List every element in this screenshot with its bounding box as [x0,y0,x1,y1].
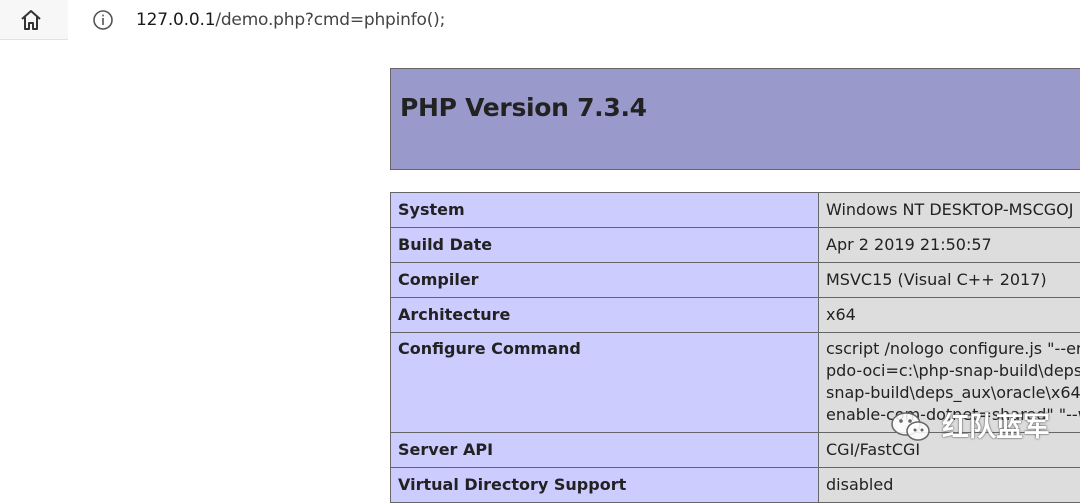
configure-line: cscript /nologo configure.js "--er [826,338,1080,360]
row-value: Apr 2 2019 21:50:57 [819,228,1080,263]
row-key: System [391,193,819,228]
phpinfo-table: System Windows NT DESKTOP-MSCGOJ Build D… [390,192,1080,503]
table-row: Build Date Apr 2 2019 21:50:57 [391,228,1080,263]
row-key: Virtual Directory Support [391,468,819,503]
url-path: /demo.php?cmd=phpinfo(); [215,10,445,30]
site-info-icon[interactable] [92,9,114,31]
watermark: 红队蓝军 [890,408,1080,448]
home-icon [18,7,44,33]
row-value: disabled [819,468,1080,503]
table-row: Compiler MSVC15 (Visual C++ 2017) [391,263,1080,298]
row-key: Build Date [391,228,819,263]
home-button[interactable] [18,7,44,33]
row-value: MSVC15 (Visual C++ 2017) [819,263,1080,298]
table-row: Architecture x64 [391,298,1080,333]
row-key: Server API [391,433,819,468]
browser-toolbar: 127.0.0.1/demo.php?cmd=phpinfo(); [0,0,1080,40]
wechat-logo-icon [890,410,932,444]
url-text[interactable]: 127.0.0.1/demo.php?cmd=phpinfo(); [136,9,445,31]
php-version-header: PHP Version 7.3.4 [390,68,1080,170]
configure-line: snap-build\deps_aux\oracle\x64\ [826,382,1080,404]
url-host: 127.0.0.1 [136,10,215,30]
row-key: Configure Command [391,333,819,433]
table-row: System Windows NT DESKTOP-MSCGOJ [391,193,1080,228]
row-value: x64 [819,298,1080,333]
row-value: Windows NT DESKTOP-MSCGOJ [819,193,1080,228]
address-bar[interactable]: 127.0.0.1/demo.php?cmd=phpinfo(); [68,0,1080,40]
configure-line: pdo-oci=c:\php-snap-build\deps [826,360,1080,382]
row-key: Compiler [391,263,819,298]
table-row: Virtual Directory Support disabled [391,468,1080,503]
page-title: PHP Version 7.3.4 [400,93,647,122]
row-key: Architecture [391,298,819,333]
watermark-text: 红队蓝军 [942,413,1050,443]
